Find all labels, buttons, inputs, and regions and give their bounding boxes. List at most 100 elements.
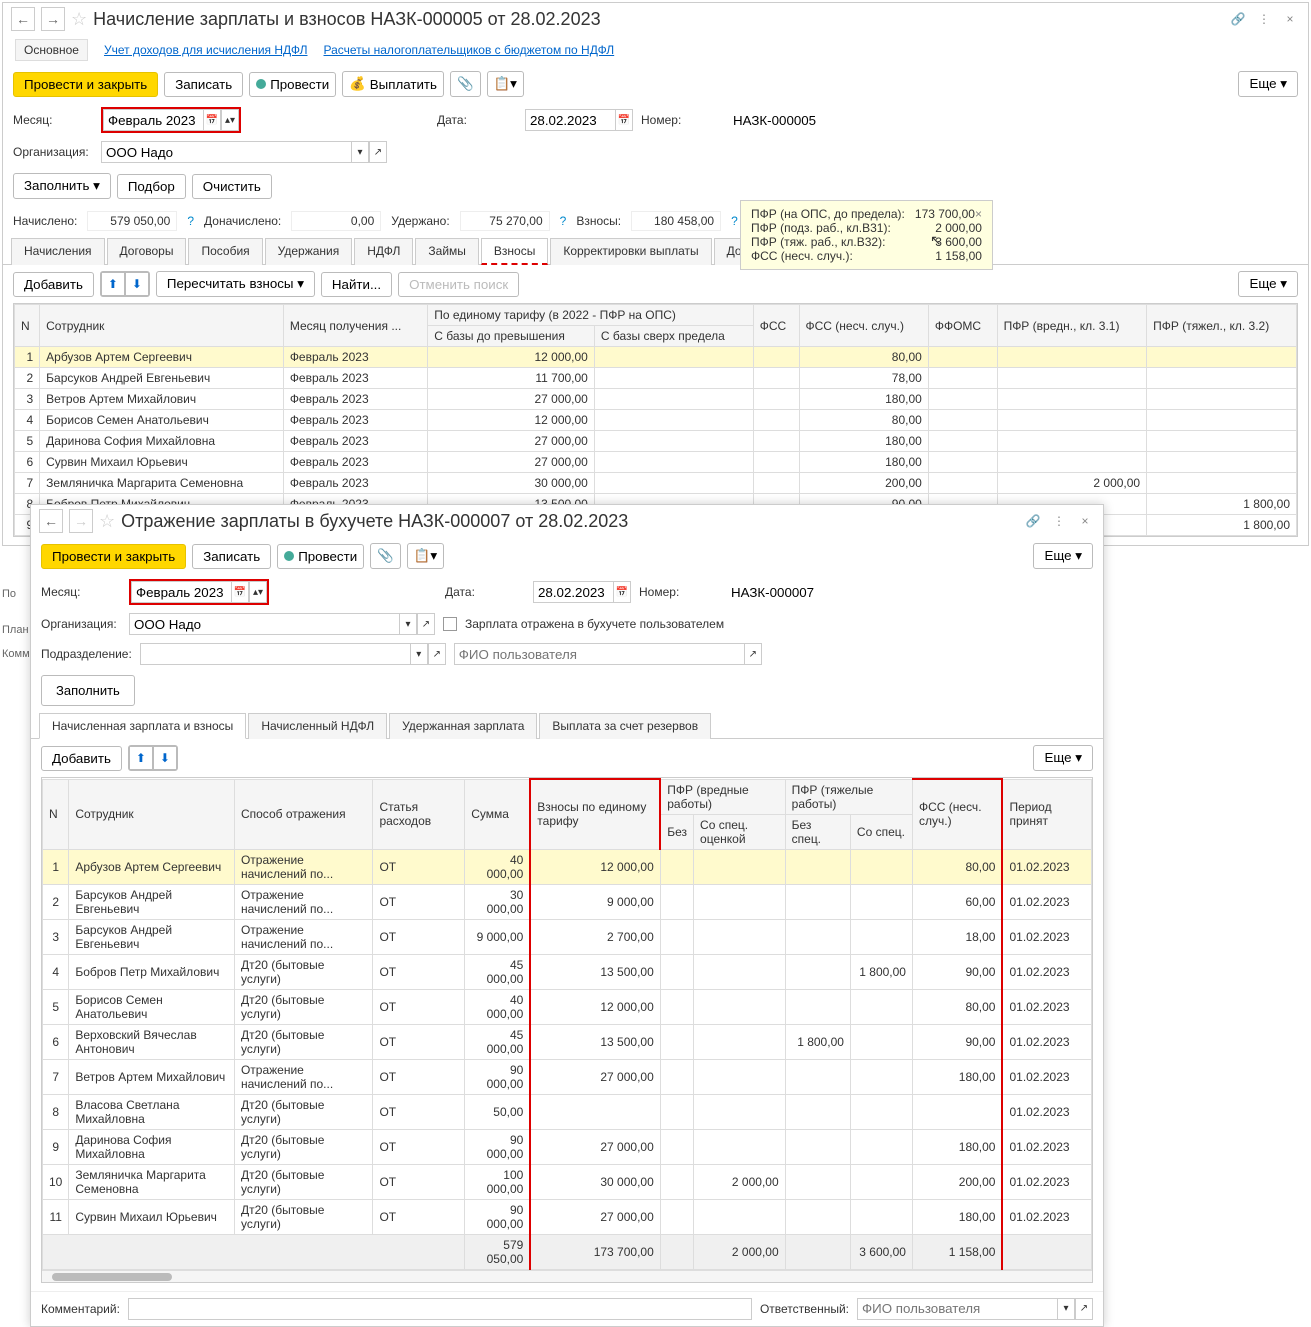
table-row[interactable]: 11Сурвин Михаил ЮрьевичДт20 (бытовые усл… [43, 1199, 1092, 1234]
calendar2-icon[interactable]: 📅 [231, 581, 249, 603]
recalc-button[interactable]: Пересчитать взносы ▾ [156, 271, 315, 297]
close-icon[interactable]: × [1280, 9, 1300, 29]
menu-icon[interactable]: ⋮ [1254, 9, 1274, 29]
org-dropdown-icon[interactable]: ▾ [351, 141, 369, 163]
attach-button[interactable]: 📎 [450, 71, 481, 97]
fio-input[interactable] [454, 643, 744, 665]
tab-Договоры[interactable]: Договоры [107, 238, 187, 265]
table-row[interactable]: 4Борисов Семен АнатольевичФевраль 202312… [15, 410, 1297, 431]
post-close2-button[interactable]: Провести и закрыть [41, 544, 186, 569]
table-row[interactable]: 1Арбузов Артем СергеевичОтражение начисл… [43, 849, 1092, 884]
month-input[interactable] [103, 109, 203, 131]
post-button[interactable]: Провести [249, 72, 336, 97]
tab-Пособия[interactable]: Пособия [188, 238, 262, 265]
table-row[interactable]: 3Ветров Артем МихайловичФевраль 202327 0… [15, 389, 1297, 410]
move-down-button[interactable]: ⬇ [125, 272, 149, 296]
comment-input[interactable] [128, 1298, 752, 1320]
calendar-icon[interactable]: 📅 [203, 109, 221, 131]
more-button[interactable]: Еще ▾ [1238, 71, 1298, 97]
move-down2-button[interactable]: ⬇ [153, 746, 177, 770]
report-button[interactable]: 📋▾ [487, 71, 524, 97]
table-row[interactable]: 4Бобров Петр МихайловичДт20 (бытовые усл… [43, 954, 1092, 989]
move-up2-button[interactable]: ⬆ [129, 746, 153, 770]
help-icon[interactable]: ? [187, 214, 194, 228]
nav-back2-button[interactable]: ← [39, 509, 63, 533]
table-row[interactable]: 6Верховский Вячеслав АнтоновичДт20 (быто… [43, 1024, 1092, 1059]
nav-forward-button[interactable]: → [41, 7, 65, 31]
table-row[interactable]: 5Борисов Семен АнатольевичДт20 (бытовые … [43, 989, 1092, 1024]
menu2-icon[interactable]: ⋮ [1049, 511, 1069, 531]
date-input[interactable] [525, 109, 615, 131]
link2-icon[interactable]: 🔗 [1023, 511, 1043, 531]
spinner2-icon[interactable]: ▴▾ [249, 581, 267, 603]
fill2-button[interactable]: Заполнить [41, 675, 135, 706]
favorite-icon[interactable]: ☆ [71, 9, 87, 30]
tooltip-close-icon[interactable]: × [975, 207, 982, 221]
fill-button[interactable]: Заполнить ▾ [13, 173, 111, 199]
report2-button[interactable]: 📋▾ [407, 543, 444, 569]
close2-icon[interactable]: × [1075, 511, 1095, 531]
link-icon[interactable]: 🔗 [1228, 9, 1248, 29]
write-button[interactable]: Записать [164, 72, 243, 97]
table-row[interactable]: 9Даринова София МихайловнаДт20 (бытовые … [43, 1129, 1092, 1164]
table-row[interactable]: 7Ветров Артем МихайловичОтражение начисл… [43, 1059, 1092, 1094]
tab-Удержания[interactable]: Удержания [265, 238, 353, 265]
resp-dropdown-icon[interactable]: ▾ [1057, 1298, 1075, 1320]
tab-Начисления[interactable]: Начисления [11, 238, 105, 265]
date-calendar-icon[interactable]: 📅 [615, 109, 633, 131]
table-row[interactable]: 5Даринова София МихайловнаФевраль 202327… [15, 431, 1297, 452]
table-row[interactable]: 8Власова Светлана МихайловнаДт20 (бытовы… [43, 1094, 1092, 1129]
more2-button[interactable]: Еще ▾ [1033, 543, 1093, 569]
table-row[interactable]: 3Барсуков Андрей ЕвгеньевичОтражение нач… [43, 919, 1092, 954]
resp-input[interactable] [857, 1298, 1057, 1320]
clear-button[interactable]: Очистить [192, 174, 272, 199]
org2-open-icon[interactable]: ↗ [417, 613, 435, 635]
table-row[interactable]: 6Сурвин Михаил ЮрьевичФевраль 202327 000… [15, 452, 1297, 473]
spinner-icon[interactable]: ▴▾ [221, 109, 239, 131]
org-open-icon[interactable]: ↗ [369, 141, 387, 163]
add-row2-button[interactable]: Добавить [41, 746, 122, 771]
pick-button[interactable]: Подбор [117, 174, 186, 199]
tab-Корректировки выплаты[interactable]: Корректировки выплаты [550, 238, 711, 265]
favorite2-icon[interactable]: ☆ [99, 511, 115, 532]
tab2-3[interactable]: Выплата за счет резервов [539, 713, 711, 739]
post2-button[interactable]: Провести [277, 544, 364, 569]
move-up-button[interactable]: ⬆ [101, 272, 125, 296]
fio-open-icon[interactable]: ↗ [744, 643, 762, 665]
subdiv-input[interactable] [140, 643, 410, 665]
tab-НДФЛ[interactable]: НДФЛ [354, 238, 413, 265]
org-input[interactable] [101, 141, 351, 163]
table-row[interactable]: 1Арбузов Артем СергеевичФевраль 202312 0… [15, 347, 1297, 368]
nav-back-button[interactable]: ← [11, 7, 35, 31]
tab2-2[interactable]: Удержанная зарплата [389, 713, 537, 739]
table2-more-button[interactable]: Еще ▾ [1033, 745, 1093, 771]
org2-dropdown-icon[interactable]: ▾ [399, 613, 417, 635]
table-row[interactable]: 2Барсуков Андрей ЕвгеньевичФевраль 20231… [15, 368, 1297, 389]
tab-Займы[interactable]: Займы [415, 238, 479, 265]
help3-icon[interactable]: ? [731, 214, 738, 228]
post-close-button[interactable]: Провести и закрыть [13, 72, 158, 97]
subdiv-open-icon[interactable]: ↗ [428, 643, 446, 665]
org2-input[interactable] [129, 613, 399, 635]
attach2-button[interactable]: 📎 [370, 543, 401, 569]
nav-forward2-button[interactable]: → [69, 509, 93, 533]
table-row[interactable]: 7Земляничка Маргарита СеменовнаФевраль 2… [15, 473, 1297, 494]
income-link[interactable]: Учет доходов для исчисления НДФЛ [104, 43, 308, 57]
main-tab[interactable]: Основное [15, 39, 88, 61]
pay-button[interactable]: 💰Выплатить [342, 71, 444, 97]
subdiv-dropdown-icon[interactable]: ▾ [410, 643, 428, 665]
tab-Взносы[interactable]: Взносы [481, 238, 548, 265]
write2-button[interactable]: Записать [192, 544, 271, 569]
tab2-1[interactable]: Начисленный НДФЛ [248, 713, 387, 739]
add-row-button[interactable]: Добавить [13, 272, 94, 297]
table-row[interactable]: 2Барсуков Андрей ЕвгеньевичОтражение нач… [43, 884, 1092, 919]
tax-link[interactable]: Расчеты налогоплательщиков с бюджетом по… [324, 43, 615, 57]
month2-input[interactable] [131, 581, 231, 603]
h-scrollbar[interactable] [42, 1270, 1092, 1282]
reflected-checkbox[interactable] [443, 617, 457, 631]
find-button[interactable]: Найти... [321, 272, 392, 297]
help2-icon[interactable]: ? [560, 214, 567, 228]
table-more-button[interactable]: Еще ▾ [1238, 271, 1298, 297]
tab2-0[interactable]: Начисленная зарплата и взносы [39, 713, 246, 739]
resp-open-icon[interactable]: ↗ [1075, 1298, 1093, 1320]
